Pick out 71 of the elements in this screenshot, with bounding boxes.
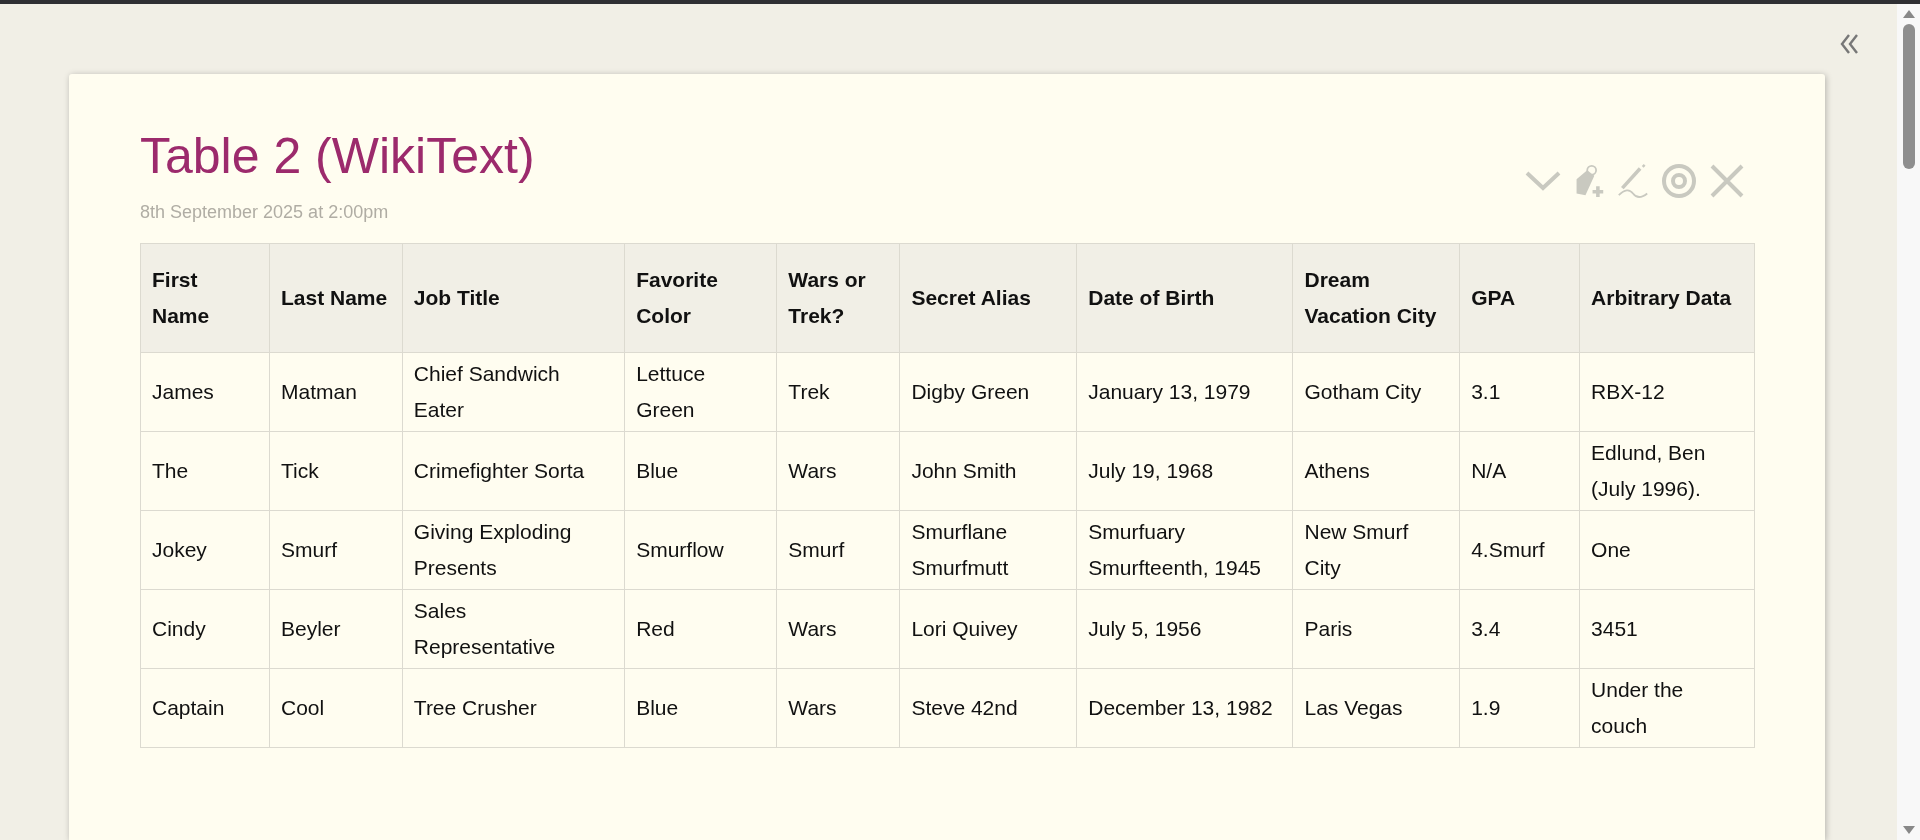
table-cell: Giving Exploding Presents <box>402 510 625 590</box>
column-header: First Name <box>140 243 270 353</box>
table-cell: Under the couch <box>1579 668 1755 748</box>
table-cell: Edlund, Ben (July 1996). <box>1579 431 1755 511</box>
target-icon[interactable] <box>1661 163 1697 199</box>
table-cell: July 19, 1968 <box>1076 431 1293 511</box>
table-cell: Wars <box>776 431 900 511</box>
column-header: Arbitrary Data <box>1579 243 1755 353</box>
table-cell: Chief Sandwich Eater <box>402 352 625 432</box>
table-cell: Smurflane Smurfmutt <box>899 510 1077 590</box>
column-header: Dream Vacation City <box>1292 243 1460 353</box>
table-cell: December 13, 1982 <box>1076 668 1293 748</box>
column-header: Secret Alias <box>899 243 1077 353</box>
scrollbar-thumb[interactable] <box>1902 24 1915 169</box>
table-cell: 3451 <box>1579 589 1755 669</box>
table-cell: RBX-12 <box>1579 352 1755 432</box>
scroll-up-arrow-icon[interactable] <box>1902 10 1915 18</box>
column-header: Date of Birth <box>1076 243 1293 353</box>
table-cell: Tree Crusher <box>402 668 625 748</box>
table-cell: Matman <box>269 352 403 432</box>
table-cell: Blue <box>624 668 777 748</box>
chevron-down-icon[interactable] <box>1525 171 1561 191</box>
table-cell: 4.Smurf <box>1459 510 1580 590</box>
table-cell: John Smith <box>899 431 1077 511</box>
collapse-sidebar-icon[interactable] <box>1840 33 1860 55</box>
table-cell: Smurf <box>269 510 403 590</box>
table-cell: Red <box>624 589 777 669</box>
table-cell: Captain <box>140 668 270 748</box>
table-cell: Las Vegas <box>1292 668 1460 748</box>
table-cell: James <box>140 352 270 432</box>
table-cell: Steve 42nd <box>899 668 1077 748</box>
tiddler-title: Table 2 (WikiText) <box>140 127 535 186</box>
table-cell: New Smurf City <box>1292 510 1460 590</box>
table-cell: Lori Quivey <box>899 589 1077 669</box>
table-cell: Digby Green <box>899 352 1077 432</box>
table-cell: 1.9 <box>1459 668 1580 748</box>
column-header: Favorite Color <box>624 243 777 353</box>
table-cell: Cindy <box>140 589 270 669</box>
table-cell: Trek <box>776 352 900 432</box>
table-cell: Smurflow <box>624 510 777 590</box>
table-cell: The <box>140 431 270 511</box>
table-cell: Blue <box>624 431 777 511</box>
table-cell: Jokey <box>140 510 270 590</box>
table-cell: Tick <box>269 431 403 511</box>
table-cell: One <box>1579 510 1755 590</box>
column-header: Job Title <box>402 243 625 353</box>
table-cell: 3.1 <box>1459 352 1580 432</box>
table-cell: Smurfuary Smurfteenth, 1945 <box>1076 510 1293 590</box>
table-cell: Beyler <box>269 589 403 669</box>
column-header: GPA <box>1459 243 1580 353</box>
pencil-icon[interactable] <box>1617 162 1649 200</box>
table-cell: Sales Representative <box>402 589 625 669</box>
column-header: Wars or Trek? <box>776 243 900 353</box>
table-cell: Paris <box>1292 589 1460 669</box>
tiddler-date: 8th September 2025 at 2:00pm <box>140 202 390 223</box>
close-icon[interactable] <box>1709 163 1745 199</box>
table-cell: January 13, 1979 <box>1076 352 1293 432</box>
table-cell: July 5, 1956 <box>1076 589 1293 669</box>
table-cell: Lettuce Green <box>624 352 777 432</box>
table-cell: Crimefighter Sorta <box>402 431 625 511</box>
table-cell: Wars <box>776 589 900 669</box>
table-cell: N/A <box>1459 431 1580 511</box>
column-header: Last Name <box>269 243 403 353</box>
table-cell: Smurf <box>776 510 900 590</box>
table-cell: 3.4 <box>1459 589 1580 669</box>
table-cell: Cool <box>269 668 403 748</box>
scrollbar[interactable] <box>1897 4 1920 840</box>
scroll-down-arrow-icon[interactable] <box>1902 826 1915 834</box>
table-cell: Wars <box>776 668 900 748</box>
table-cell: Athens <box>1292 431 1460 511</box>
table-cell: Gotham City <box>1292 352 1460 432</box>
